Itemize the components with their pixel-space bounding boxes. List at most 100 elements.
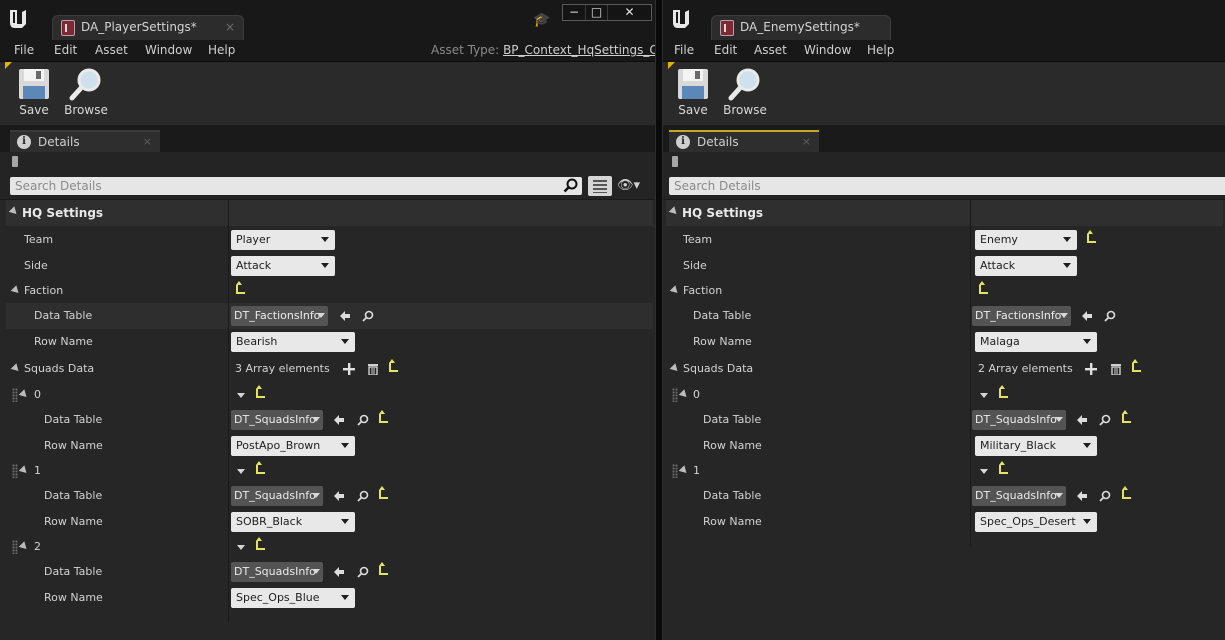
squad-datatable-combo[interactable]: DT_SquadsInfo [231,562,323,582]
lock-icon[interactable] [12,156,18,167]
squad-rowname-combo[interactable]: Spec_Ops_Desert [975,512,1097,532]
expand-arrow-icon[interactable] [18,541,30,552]
property-matrix-button[interactable] [588,176,612,196]
expand-arrow-icon[interactable] [669,363,681,374]
expand-arrow-icon[interactable] [18,389,30,400]
expand-arrow-icon[interactable] [18,465,30,476]
menu-edit[interactable]: Edit [714,43,737,57]
menu-file[interactable]: File [674,43,694,57]
use-selected-arrow-icon[interactable] [333,490,345,502]
squad-datatable-combo[interactable]: DT_SquadsInfo [972,410,1066,430]
search-details-input[interactable]: Search Details [10,177,582,195]
maximize-button[interactable]: □ [585,5,607,20]
trash-icon[interactable] [1110,363,1122,375]
faction-rowname-combo[interactable]: Bearish [231,332,355,352]
save-button[interactable]: Save [11,67,57,123]
browse-magnifier-icon[interactable] [362,310,374,322]
element-options-icon[interactable] [980,393,988,398]
element-options-icon[interactable] [237,469,245,474]
use-selected-arrow-icon[interactable] [333,566,345,578]
reset-to-default-icon[interactable] [979,285,988,294]
side-combo[interactable]: Attack [975,256,1077,276]
reset-to-default-icon[interactable] [379,414,388,423]
graduation-cap-icon[interactable]: 🎓 [533,13,551,27]
element-options-icon[interactable] [237,393,245,398]
add-element-icon[interactable] [1085,363,1097,375]
browse-button[interactable]: Browse [722,67,768,123]
asset-type-link[interactable]: BP_Context_HqSettings_C [503,43,655,57]
expand-arrow-icon[interactable] [10,363,22,374]
visibility-options-icon[interactable]: 👁▾ [617,179,643,193]
menu-file[interactable]: File [14,43,34,57]
category-hq-settings[interactable]: HQ Settings [666,200,1223,226]
drag-handle-icon[interactable] [12,540,18,554]
reset-to-default-icon[interactable] [389,363,398,372]
expand-arrow-icon[interactable] [678,389,690,400]
team-combo[interactable]: Player [231,230,335,250]
menu-help[interactable]: Help [867,43,894,57]
use-selected-arrow-icon[interactable] [333,414,345,426]
column-splitter[interactable] [970,200,971,226]
element-options-icon[interactable] [980,469,988,474]
menu-edit[interactable]: Edit [54,43,77,57]
save-button[interactable]: Save [670,67,716,123]
use-selected-arrow-icon[interactable] [339,310,351,322]
faction-rowname-combo[interactable]: Malaga [975,332,1097,352]
squad-datatable-combo[interactable]: DT_SquadsInfo [972,486,1066,506]
drag-handle-icon[interactable] [12,388,18,402]
faction-datatable-combo[interactable]: DT_FactionsInfo [972,306,1071,326]
column-splitter[interactable] [228,226,229,622]
document-tab[interactable]: DA_PlayerSettings* × [52,15,244,40]
expand-arrow-icon[interactable] [10,285,22,296]
minimize-button[interactable]: − [563,5,585,20]
expand-arrow-icon[interactable] [669,285,681,296]
document-tab[interactable]: DA_EnemySettings* [711,15,891,40]
close-tab-icon[interactable]: × [225,20,235,34]
collapse-arrow-icon[interactable] [668,206,680,217]
reset-to-default-icon[interactable] [1132,363,1141,372]
column-splitter[interactable] [228,200,229,226]
reset-to-default-icon[interactable] [999,389,1008,398]
squad-datatable-combo[interactable]: DT_SquadsInfo [231,486,323,506]
reset-to-default-icon[interactable] [256,465,265,474]
reset-to-default-icon[interactable] [1122,414,1131,423]
menu-help[interactable]: Help [208,43,235,57]
add-element-icon[interactable] [343,363,355,375]
search-details-input[interactable]: Search Details [669,177,1225,195]
menu-window[interactable]: Window [145,43,192,57]
browse-magnifier-icon[interactable] [1099,414,1111,426]
trash-icon[interactable] [367,363,379,375]
reset-to-default-icon[interactable] [1122,490,1131,499]
drag-handle-icon[interactable] [672,388,678,402]
browse-magnifier-icon[interactable] [1104,310,1116,322]
category-hq-settings[interactable]: HQ Settings [6,200,653,226]
use-selected-arrow-icon[interactable] [1076,414,1088,426]
close-window-button[interactable]: ✕ [607,5,651,20]
expand-arrow-icon[interactable] [678,465,690,476]
squad-datatable-combo[interactable]: DT_SquadsInfo [231,410,323,430]
browse-magnifier-icon[interactable] [357,414,369,426]
browse-magnifier-icon[interactable] [357,566,369,578]
squad-rowname-combo[interactable]: Military_Black [975,436,1097,456]
squad-rowname-combo[interactable]: SOBR_Black [231,512,355,532]
menu-window[interactable]: Window [804,43,851,57]
browse-button[interactable]: Browse [63,67,109,123]
close-panel-icon[interactable]: × [143,135,152,148]
squad-rowname-combo[interactable]: PostApo_Brown [231,436,355,456]
drag-handle-icon[interactable] [672,464,678,478]
reset-to-default-icon[interactable] [256,389,265,398]
lock-icon[interactable] [672,156,678,167]
menu-asset[interactable]: Asset [754,43,787,57]
team-combo[interactable]: Enemy [975,230,1077,250]
details-tab[interactable]: i Details × [669,130,819,152]
squad-rowname-combo[interactable]: Spec_Ops_Blue [231,588,355,608]
browse-magnifier-icon[interactable] [1099,490,1111,502]
use-selected-arrow-icon[interactable] [1081,310,1093,322]
drag-handle-icon[interactable] [12,464,18,478]
use-selected-arrow-icon[interactable] [1076,490,1088,502]
close-panel-icon[interactable]: × [802,135,811,148]
faction-datatable-combo[interactable]: DT_FactionsInfo [231,306,328,326]
menu-asset[interactable]: Asset [95,43,128,57]
details-tab[interactable]: i Details × [10,130,160,152]
collapse-arrow-icon[interactable] [8,206,20,217]
